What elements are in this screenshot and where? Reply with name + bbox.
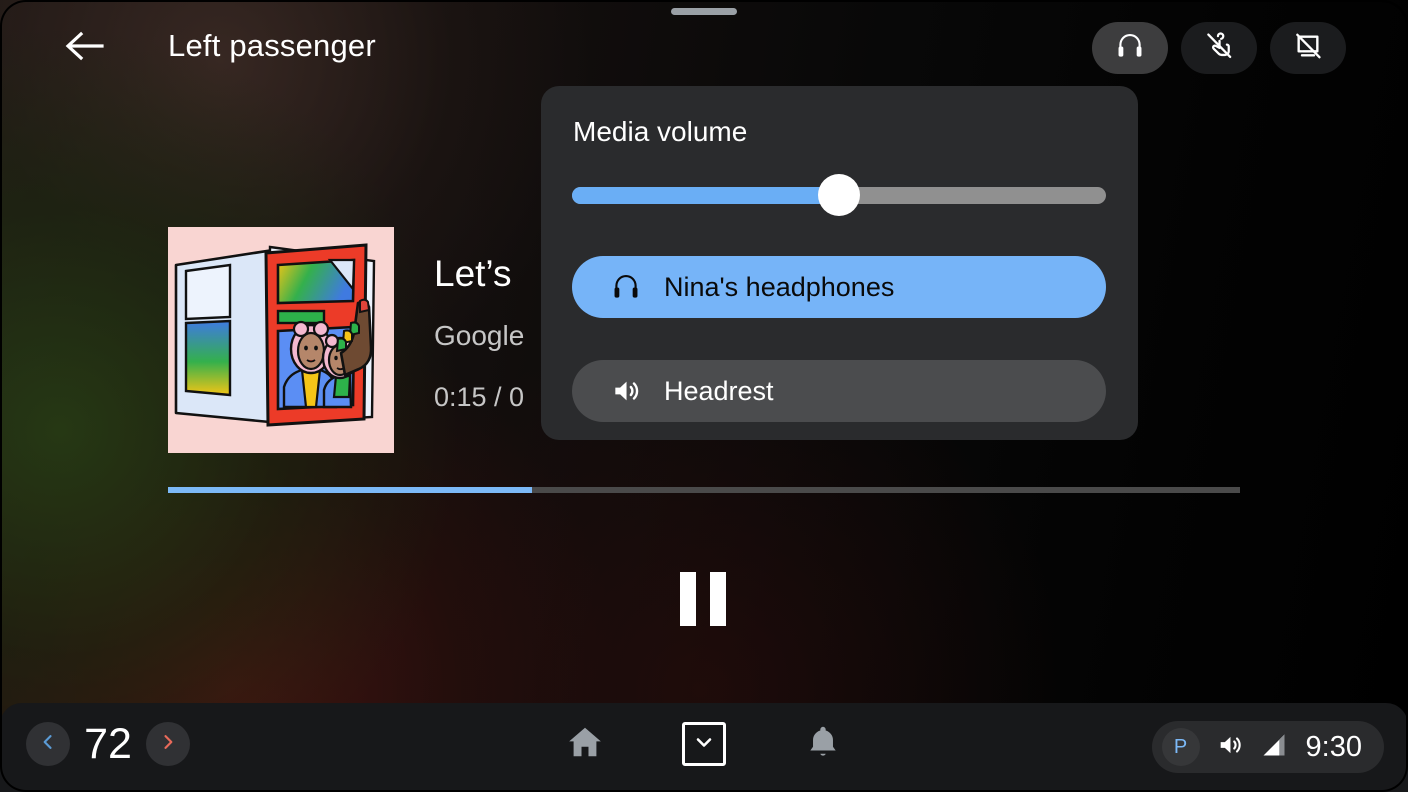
chevron-left-icon <box>38 732 58 757</box>
pause-icon <box>680 572 696 626</box>
media-volume-popup: Media volume Nina's headphones Headrest <box>541 86 1138 440</box>
playback-progress-fill <box>168 487 533 493</box>
device-option-headrest[interactable]: Headrest <box>572 360 1106 422</box>
screen-off-toggle[interactable] <box>1270 22 1346 74</box>
bell-icon <box>804 723 842 766</box>
media-volume-slider[interactable] <box>572 174 1106 216</box>
headphones-icon <box>604 271 648 303</box>
nav-buttons <box>562 721 846 767</box>
speaker-icon <box>604 375 648 407</box>
touch-disabled-toggle[interactable] <box>1181 22 1257 74</box>
car-media-screen: Left passenger Let’s Google 0:15 / 0 Med… <box>0 0 1408 792</box>
clock: 9:30 <box>1305 730 1362 763</box>
gear-indicator: P <box>1161 728 1200 766</box>
nav-home[interactable] <box>562 721 608 767</box>
arrow-back-icon <box>64 29 104 68</box>
temperature-increase-button[interactable] <box>146 722 190 766</box>
device-label: Nina's headphones <box>664 271 895 302</box>
album-artwork <box>168 227 394 453</box>
temperature-decrease-button[interactable] <box>26 722 70 766</box>
screen-off-icon <box>1292 30 1324 67</box>
top-actions <box>1092 22 1346 74</box>
media-volume-title: Media volume <box>573 116 748 147</box>
pause-icon-second-bar <box>710 572 726 626</box>
device-label: Headrest <box>664 375 774 406</box>
page-title: Left passenger <box>168 28 376 63</box>
headphones-toggle[interactable] <box>1092 22 1168 74</box>
bottom-navigation-bar: 72 P 9:30 <box>0 703 1408 792</box>
back-button[interactable] <box>58 22 110 74</box>
slider-thumb[interactable] <box>818 174 860 216</box>
playback-progress-bar[interactable] <box>168 487 1240 493</box>
nav-notifications[interactable] <box>800 721 846 767</box>
signal-icon <box>1260 731 1288 764</box>
temperature-value: 72 <box>84 720 132 768</box>
touch-off-icon <box>1203 30 1235 67</box>
slider-fill <box>572 187 839 204</box>
status-bar-pill[interactable]: P 9:30 <box>1151 721 1384 773</box>
device-option-headphones[interactable]: Nina's headphones <box>572 256 1106 318</box>
temperature-control: 72 <box>26 722 190 766</box>
pause-button[interactable] <box>671 570 735 628</box>
volume-icon[interactable] <box>1216 731 1244 764</box>
chevron-right-icon <box>158 732 178 757</box>
nav-collapse[interactable] <box>682 722 726 766</box>
headphones-icon <box>1114 30 1146 67</box>
home-icon <box>566 723 604 766</box>
chevron-down-icon <box>692 730 716 759</box>
top-bar: Left passenger <box>0 0 1408 96</box>
